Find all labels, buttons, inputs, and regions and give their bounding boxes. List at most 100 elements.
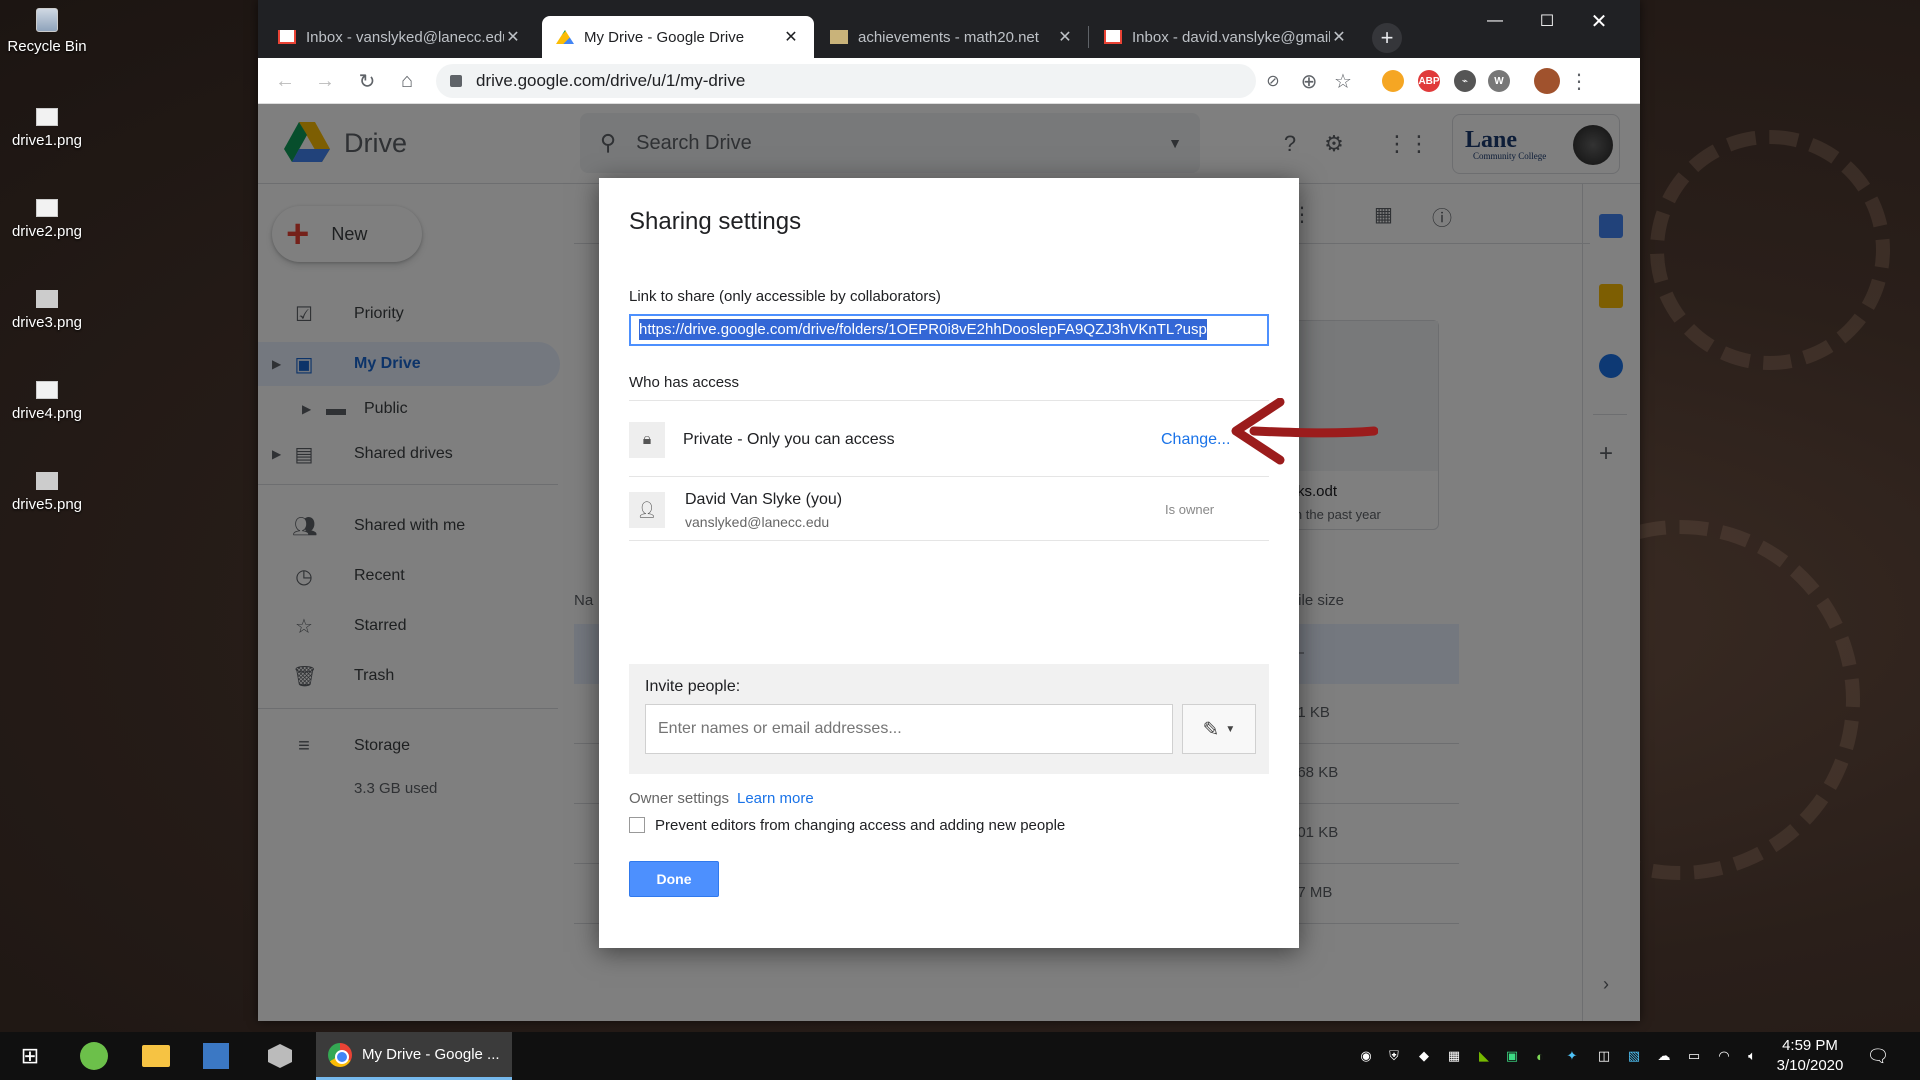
close-window-button[interactable]: ✕ <box>1576 8 1622 34</box>
close-icon[interactable]: ✕ <box>1330 27 1348 47</box>
add-icon[interactable]: ⊕ <box>1294 66 1324 96</box>
divider <box>629 400 1269 401</box>
clock-time: 4:59 PM <box>1782 1037 1838 1054</box>
tab-title: Inbox - david.vanslyke@gmail.com <box>1132 28 1330 46</box>
change-access-link[interactable]: Change... <box>1161 431 1230 449</box>
invite-people-section: Invite people: ✎ ▼ <box>629 664 1269 774</box>
maximize-button[interactable]: ☐ <box>1524 8 1570 34</box>
home-button[interactable]: ⌂ <box>392 66 422 96</box>
access-level-text: Private - Only you can access <box>683 431 895 448</box>
menu-icon[interactable]: ⋮ <box>1564 66 1594 96</box>
reload-button[interactable]: ↻ <box>352 66 382 96</box>
tab-strip: Inbox - vanslyked@lanecc.edu ✕ My Drive … <box>258 0 1640 58</box>
image-file-icon <box>36 290 58 308</box>
image-file-icon <box>36 199 58 217</box>
tab-separator <box>1088 26 1089 48</box>
close-icon[interactable]: ✕ <box>782 27 800 47</box>
desktop-icon-label: drive3.png <box>11 314 83 331</box>
onedrive-icon[interactable]: ☁ <box>1654 1046 1674 1066</box>
drive-icon <box>556 30 574 44</box>
owner-name: David Van Slyke (you) <box>685 491 843 508</box>
chrome-icon <box>328 1042 352 1067</box>
tab-title: Inbox - vanslyked@lanecc.edu <box>306 28 504 46</box>
shield-icon[interactable]: ⛨ <box>1384 1046 1404 1066</box>
nvidia-icon[interactable]: ◣ <box>1474 1046 1494 1066</box>
notification-icon[interactable]: 🗨︎ <box>1867 1046 1890 1066</box>
gmail-icon <box>1104 30 1122 44</box>
wifi-icon[interactable]: ◠ <box>1714 1046 1734 1066</box>
annotation-arrow-icon <box>1231 398 1378 465</box>
invite-input[interactable] <box>645 704 1173 754</box>
tab-title: achievements - math20.net <box>858 28 1039 46</box>
file-explorer-icon[interactable] <box>140 1040 172 1072</box>
owner-email: vanslyked@lanecc.edu <box>685 514 830 530</box>
tray-icon[interactable]: ◆ <box>1414 1046 1434 1066</box>
divider <box>629 540 1269 541</box>
tab-title: My Drive - Google Drive <box>584 28 745 46</box>
close-icon[interactable]: ✕ <box>504 27 522 47</box>
new-tab-button[interactable]: + <box>1372 23 1402 53</box>
tab-gmail-personal[interactable]: Inbox - david.vanslyke@gmail.com ✕ <box>1090 16 1362 58</box>
cookie-blocked-icon[interactable]: ⊘ <box>1258 66 1288 96</box>
sharing-settings-dialog: Sharing settings Link to share (only acc… <box>599 178 1299 948</box>
desktop-icon-drive1[interactable]: drive1.png <box>2 108 92 149</box>
windows-start-icon[interactable]: ⊞ <box>14 1040 46 1072</box>
tray-icon[interactable]: ✦ <box>1562 1046 1582 1066</box>
tab-gmail-lanecc[interactable]: Inbox - vanslyked@lanecc.edu ✕ <box>264 16 536 58</box>
prevent-editors-checkbox[interactable] <box>629 817 645 833</box>
chevron-down-icon: ▼ <box>1225 723 1236 735</box>
desktop-icon-drive5[interactable]: drive5.png <box>2 472 92 513</box>
desktop-icon-label: drive1.png <box>11 132 83 149</box>
extension-icon[interactable] <box>1382 70 1404 92</box>
taskbar: ⊞ My Drive - Google ... ◉ ⛨ ◆ ▦ ◣ ▣ ◐ ✦ … <box>0 1032 1920 1080</box>
app-icon[interactable] <box>264 1040 296 1072</box>
app-icon[interactable] <box>78 1040 110 1072</box>
desktop-icon-label: drive2.png <box>11 223 83 240</box>
desktop-icon-recycle-bin[interactable]: Recycle Bin <box>2 8 92 55</box>
tab-my-drive[interactable]: My Drive - Google Drive ✕ <box>542 16 814 58</box>
forward-button[interactable]: → <box>310 66 340 96</box>
tray-icon[interactable]: ◉ <box>1356 1046 1376 1066</box>
battery-icon[interactable]: ▭ <box>1684 1046 1704 1066</box>
app-icon[interactable] <box>200 1040 232 1072</box>
recycle-bin-icon <box>36 8 58 32</box>
gmail-icon <box>278 30 296 44</box>
system-clock[interactable]: 4:59 PM 3/10/2020 <box>1760 1036 1860 1076</box>
tray-icon[interactable]: ▣ <box>1502 1046 1522 1066</box>
taskbar-chrome-button[interactable]: My Drive - Google ... <box>316 1032 512 1080</box>
done-button[interactable]: Done <box>629 861 719 897</box>
desktop-icon-drive3[interactable]: drive3.png <box>2 290 92 331</box>
tray-icon[interactable]: ▦ <box>1444 1046 1464 1066</box>
image-file-icon <box>36 381 58 399</box>
tray-icon[interactable]: ◫ <box>1594 1046 1614 1066</box>
minimize-button[interactable]: — <box>1472 8 1518 34</box>
tray-icon[interactable]: ◐ <box>1530 1046 1550 1066</box>
url-text: drive.google.com/drive/u/1/my-drive <box>476 71 746 90</box>
profile-avatar[interactable] <box>1534 68 1560 94</box>
extension-w-icon[interactable]: W <box>1488 70 1510 92</box>
adblock-icon[interactable]: ABP <box>1418 70 1440 92</box>
desktop-icon-drive2[interactable]: drive2.png <box>2 199 92 240</box>
close-icon[interactable]: ✕ <box>1056 27 1074 47</box>
bookmark-star-icon[interactable]: ☆ <box>1328 66 1358 96</box>
image-file-icon <box>36 108 58 126</box>
address-bar[interactable]: drive.google.com/drive/u/1/my-drive <box>436 64 1256 98</box>
divider <box>629 476 1269 477</box>
extension-icon[interactable]: ⌁ <box>1454 70 1476 92</box>
prevent-editors-label[interactable]: Prevent editors from changing access and… <box>655 817 1065 834</box>
owner-role: Is owner <box>1165 502 1215 517</box>
permission-dropdown[interactable]: ✎ ▼ <box>1182 704 1256 754</box>
link-label: Link to share (only accessible by collab… <box>629 288 941 305</box>
desktop-icon-label: drive4.png <box>11 405 83 422</box>
back-button[interactable]: ← <box>270 66 300 96</box>
clock-date: 3/10/2020 <box>1776 1057 1844 1074</box>
learn-more-link[interactable]: Learn more <box>737 790 814 807</box>
wallpaper-gear <box>1650 130 1890 370</box>
volume-icon[interactable]: 🔈︎ <box>1742 1046 1762 1066</box>
tab-achievements[interactable]: achievements - math20.net ✕ <box>816 16 1088 58</box>
dialog-title: Sharing settings <box>629 208 802 235</box>
browser-toolbar: ← → ↻ ⌂ drive.google.com/drive/u/1/my-dr… <box>258 58 1640 104</box>
share-link-field[interactable]: https://drive.google.com/drive/folders/1… <box>629 314 1269 346</box>
tray-icon[interactable]: ▧ <box>1624 1046 1644 1066</box>
desktop-icon-drive4[interactable]: drive4.png <box>2 381 92 422</box>
